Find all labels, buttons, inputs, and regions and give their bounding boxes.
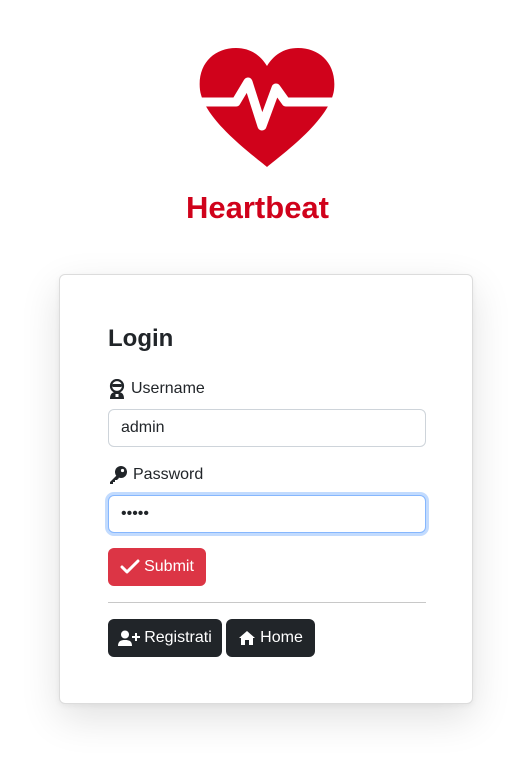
divider (108, 602, 426, 603)
key-icon (108, 465, 128, 485)
user-plus-icon (118, 630, 141, 646)
submit-button[interactable]: Submit (108, 548, 206, 586)
home-button[interactable]: Home (226, 619, 315, 657)
username-input[interactable] (108, 409, 426, 447)
heart-pulse-icon (196, 48, 338, 167)
register-button[interactable]: Registrati (108, 619, 222, 657)
username-label-text: Username (131, 380, 205, 397)
login-page: Heartbeat Login Username admin Password … (0, 0, 515, 768)
username-label: Username (108, 379, 205, 399)
submit-label: Submit (144, 558, 194, 575)
home-label: Home (260, 629, 303, 646)
register-label: Registrati (144, 629, 212, 646)
login-card: Login Username Password (59, 274, 473, 704)
password-input[interactable] (108, 495, 426, 533)
user-icon (108, 379, 126, 399)
password-label: Password (108, 465, 203, 485)
password-label-text: Password (133, 466, 204, 483)
check-icon (120, 559, 140, 575)
home-icon (238, 630, 256, 646)
login-title: Login (108, 325, 174, 352)
brand-title: Heartbeat (186, 190, 329, 225)
